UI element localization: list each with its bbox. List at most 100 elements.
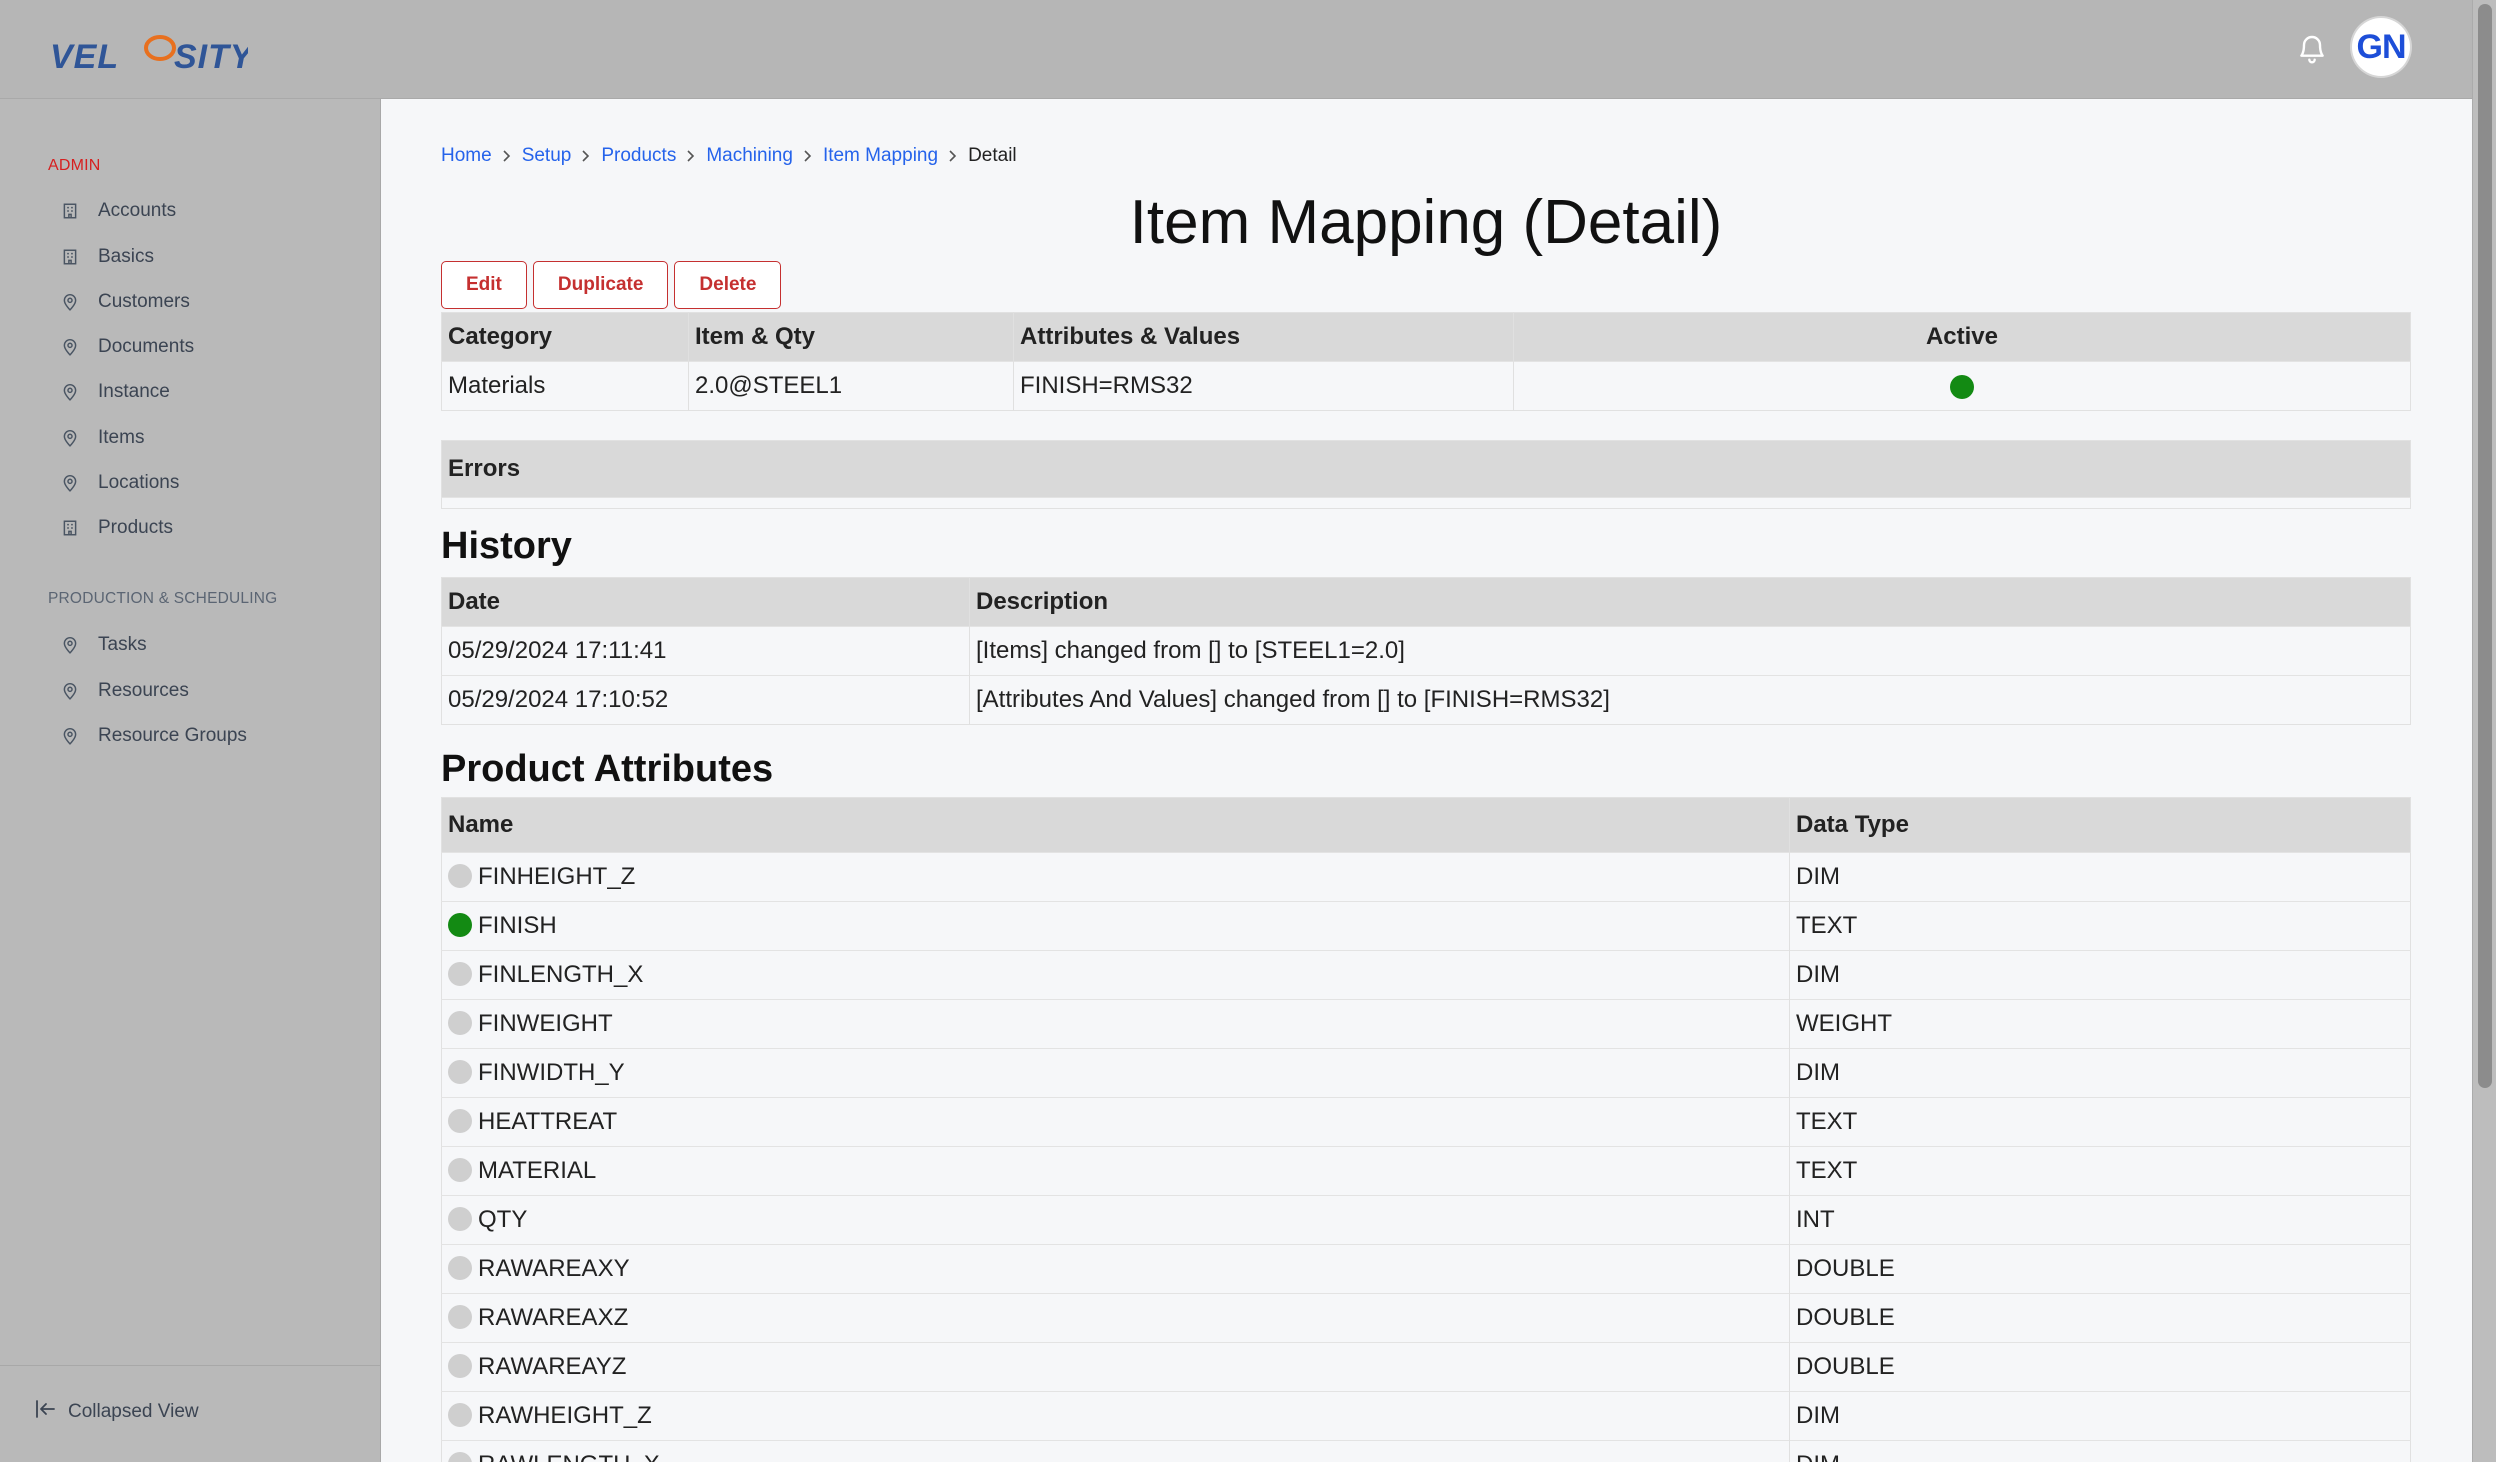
unselected-indicator-dot[interactable] (448, 1059, 472, 1084)
table-header-row: Category Item & Qty Attributes & Values … (441, 312, 2411, 362)
breadcrumb-setup[interactable]: Setup (522, 145, 572, 167)
cell-data-type: DIM (1789, 950, 2411, 1000)
chevron-right-icon (793, 150, 823, 162)
cell-data-type: DIM (1789, 852, 2411, 902)
sidebar-section-production: PRODUCTION & SCHEDULING (48, 590, 278, 607)
sidebar-item-label: Resource Groups (98, 725, 247, 746)
breadcrumb-products[interactable]: Products (601, 145, 676, 167)
column-header-data-type: Data Type (1789, 797, 2411, 853)
sidebar-item-basics[interactable]: Basics (48, 239, 358, 275)
column-header-item-qty: Item & Qty (688, 312, 1014, 362)
collapse-label: Collapsed View (68, 1401, 199, 1422)
unselected-indicator-dot[interactable] (448, 1108, 472, 1133)
chevron-right-icon (571, 150, 601, 162)
delete-button[interactable]: Delete (674, 261, 782, 309)
table-row[interactable]: RAWAREAXZ DOUBLE (441, 1293, 2411, 1343)
sidebar-item-locations[interactable]: Locations (48, 465, 358, 501)
duplicate-button[interactable]: Duplicate (532, 261, 669, 309)
cell-name: RAWHEIGHT_Z (441, 1391, 1790, 1441)
breadcrumb-machining[interactable]: Machining (706, 145, 793, 167)
table-row[interactable]: FINWEIGHT WEIGHT (441, 999, 2411, 1049)
avatar[interactable]: GN (2352, 18, 2410, 76)
cell-category: Materials (441, 361, 689, 411)
table-row[interactable]: MATERIAL TEXT (441, 1146, 2411, 1196)
table-row[interactable]: RAWHEIGHT_Z DIM (441, 1391, 2411, 1441)
scrollbar[interactable] (2472, 0, 2496, 1462)
cell-date: 05/29/2024 17:11:41 (441, 626, 970, 676)
unselected-indicator-dot[interactable] (448, 1206, 472, 1231)
table-row[interactable]: FINHEIGHT_Z DIM (441, 852, 2411, 902)
sidebar-item-label: Resources (98, 680, 189, 701)
breadcrumb-item-mapping[interactable]: Item Mapping (823, 145, 938, 167)
sidebar-item-resource-groups[interactable]: Resource Groups (48, 718, 358, 754)
sidebar-item-resources[interactable]: Resources (48, 673, 358, 709)
table-row[interactable]: FINISH TEXT (441, 901, 2411, 951)
pin-icon (60, 382, 80, 402)
mapping-table: Category Item & Qty Attributes & Values … (441, 312, 2411, 411)
table-row[interactable]: RAWAREAXY DOUBLE (441, 1244, 2411, 1294)
attribute-name: QTY (478, 1206, 528, 1233)
pin-icon (60, 292, 80, 312)
unselected-indicator-dot[interactable] (448, 1255, 472, 1280)
sidebar-item-label: Customers (98, 291, 190, 312)
table-row[interactable]: QTY INT (441, 1195, 2411, 1245)
cell-name: FINHEIGHT_Z (441, 852, 1790, 902)
scrollbar-thumb[interactable] (2478, 4, 2492, 1088)
edit-button[interactable]: Edit (441, 261, 527, 309)
cell-data-type: INT (1789, 1195, 2411, 1245)
pin-icon (60, 726, 80, 746)
sidebar-item-documents[interactable]: Documents (48, 329, 358, 365)
pin-icon (60, 428, 80, 448)
sidebar-footer: Collapsed View (0, 1365, 380, 1462)
unselected-indicator-dot[interactable] (448, 1157, 472, 1182)
column-header-date: Date (441, 577, 970, 627)
sidebar-item-tasks[interactable]: Tasks (48, 627, 358, 663)
unselected-indicator-dot[interactable] (448, 1010, 472, 1035)
unselected-indicator-dot[interactable] (448, 1451, 472, 1462)
cell-attributes: FINISH=RMS32 (1013, 361, 1514, 411)
selected-indicator-dot[interactable] (448, 912, 472, 937)
sidebar-item-accounts[interactable]: Accounts (48, 193, 358, 229)
unselected-indicator-dot[interactable] (448, 863, 472, 888)
table-row[interactable]: RAWAREAYZ DOUBLE (441, 1342, 2411, 1392)
attribute-name: FINWEIGHT (478, 1010, 613, 1037)
cell-data-type: DIM (1789, 1048, 2411, 1098)
cell-data-type: DIM (1789, 1440, 2411, 1462)
table-row[interactable]: HEATTREAT TEXT (441, 1097, 2411, 1147)
unselected-indicator-dot[interactable] (448, 1353, 472, 1378)
breadcrumb-current: Detail (968, 145, 1017, 166)
sidebar-item-products[interactable]: Products (48, 510, 358, 546)
table-row[interactable]: RAWLENGTH_X DIM (441, 1440, 2411, 1462)
table-row: 05/29/2024 17:10:52 [Attributes And Valu… (441, 675, 2411, 725)
cell-name: FINLENGTH_X (441, 950, 1790, 1000)
velosity-logo[interactable]: VEL SITY (48, 26, 248, 78)
cell-data-type: DIM (1789, 1391, 2411, 1441)
sidebar-item-label: Instance (98, 381, 170, 402)
table-row[interactable]: FINLENGTH_X DIM (441, 950, 2411, 1000)
cell-data-type: DOUBLE (1789, 1293, 2411, 1343)
attribute-name: FINISH (478, 912, 557, 939)
cell-name: FINWIDTH_Y (441, 1048, 1790, 1098)
sidebar-item-customers[interactable]: Customers (48, 284, 358, 320)
breadcrumb-home[interactable]: Home (441, 145, 492, 167)
collapse-icon (34, 1398, 68, 1426)
chevron-right-icon (492, 150, 522, 162)
sidebar-item-label: Locations (98, 472, 180, 493)
chevron-right-icon (938, 150, 968, 162)
errors-empty-row (441, 497, 2411, 509)
sidebar-item-instance[interactable]: Instance (48, 374, 358, 410)
attribute-name: RAWAREAXY (478, 1255, 630, 1282)
attribute-name: HEATTREAT (478, 1108, 618, 1135)
cell-description: [Attributes And Values] changed from [] … (969, 675, 2411, 725)
collapse-sidebar-button[interactable]: Collapsed View (34, 1398, 199, 1426)
unselected-indicator-dot[interactable] (448, 961, 472, 986)
sidebar-item-items[interactable]: Items (48, 420, 358, 456)
unselected-indicator-dot[interactable] (448, 1402, 472, 1427)
svg-text:VEL: VEL (50, 38, 119, 76)
product-attributes-table: Name Data Type FINHEIGHT_Z DIM FINISH TEXT F… (441, 797, 2411, 1462)
unselected-indicator-dot[interactable] (448, 1304, 472, 1329)
bell-icon[interactable] (2296, 32, 2328, 66)
attribute-name: FINLENGTH_X (478, 961, 644, 988)
table-row[interactable]: FINWIDTH_Y DIM (441, 1048, 2411, 1098)
column-header-category: Category (441, 312, 689, 362)
